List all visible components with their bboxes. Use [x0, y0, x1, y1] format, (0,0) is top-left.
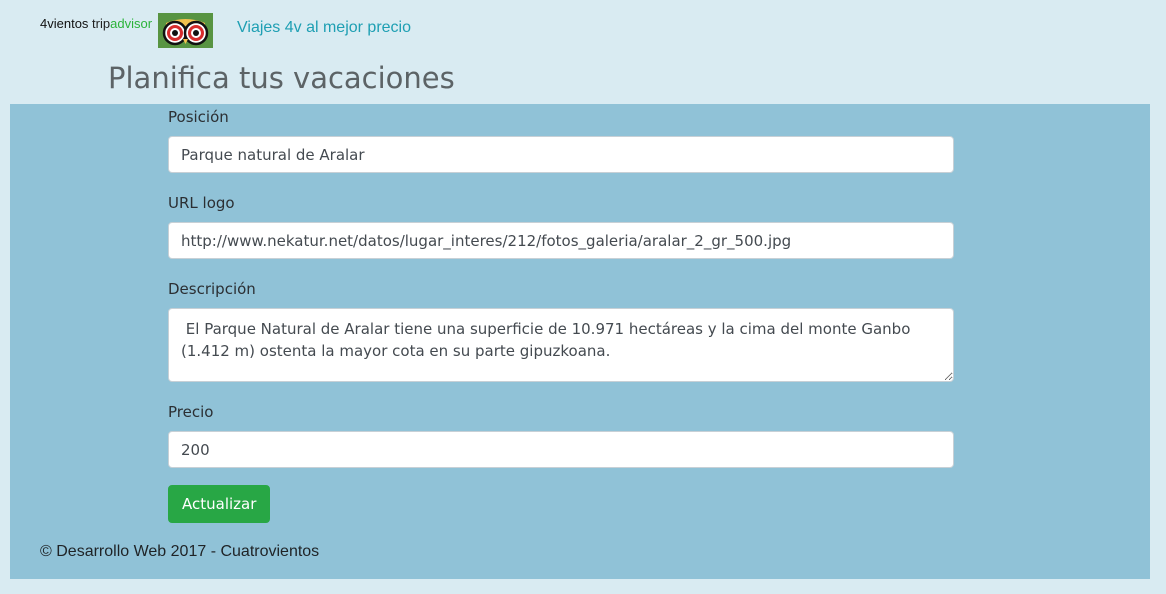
footer-text: © Desarrollo Web 2017 - Cuatrovientos — [40, 543, 320, 560]
tagline-link[interactable]: Viajes 4v al mejor precio — [237, 19, 411, 37]
brand-text: 4vientos tripadvisor — [40, 16, 152, 31]
precio-label: Precio — [168, 403, 214, 421]
descripcion-textarea[interactable]: El Parque Natural de Aralar tiene una su… — [168, 308, 954, 382]
url-logo-input[interactable] — [168, 222, 954, 259]
precio-input[interactable] — [168, 431, 954, 468]
owl-icon — [158, 13, 213, 48]
posicion-label: Posición — [168, 108, 229, 126]
page-title: Planifica tus vacaciones — [108, 61, 455, 95]
descripcion-label: Descripción — [168, 280, 256, 298]
brand-prefix: 4vientos — [40, 16, 93, 31]
brand-trip: trip — [92, 16, 111, 31]
url-logo-label: URL logo — [168, 194, 235, 212]
form-panel: Posición URL logo Descripción El Parque … — [10, 104, 1150, 579]
brand-advisor: advisor — [110, 16, 153, 31]
posicion-input[interactable] — [168, 136, 954, 173]
actualizar-button[interactable]: Actualizar — [168, 485, 271, 523]
